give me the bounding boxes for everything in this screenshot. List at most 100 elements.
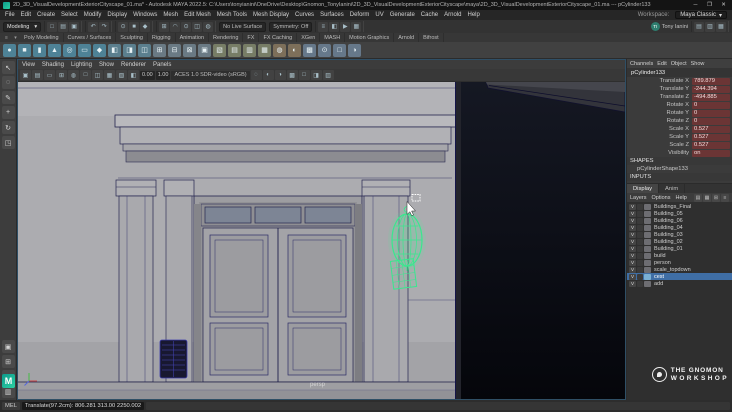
viewport-scene[interactable]: persp — [18, 82, 625, 399]
shadows-icon[interactable]: ◐ — [262, 70, 274, 80]
layer-visibility-toggle[interactable]: V — [629, 273, 636, 280]
lasso-tool-icon[interactable]: ◌ — [1, 76, 15, 89]
shelf-bridge-icon[interactable]: ▦ — [258, 43, 271, 57]
menu-item[interactable]: Display — [107, 12, 127, 18]
menu-item[interactable]: Cache — [421, 12, 438, 18]
gamma-field[interactable]: 1.00 — [155, 70, 171, 80]
shelf-sculpt-icon[interactable]: ◑ — [348, 43, 361, 57]
channel-value-field[interactable]: 789.879 — [692, 77, 730, 85]
snap-to-plane-icon[interactable]: ◫ — [192, 21, 203, 32]
layer-color-chip[interactable] — [644, 224, 651, 231]
rotate-tool-icon[interactable]: ↻ — [1, 121, 15, 134]
panel-menu-item[interactable]: Show — [99, 62, 114, 68]
layer-visibility-toggle[interactable]: V — [629, 252, 636, 259]
shelf-sphere-icon[interactable]: ● — [3, 43, 16, 57]
scale-tool-icon[interactable]: ◳ — [1, 136, 15, 149]
channel-label[interactable]: Translate X — [627, 78, 692, 84]
channel-value-field[interactable]: 0.527 — [692, 125, 730, 133]
menu-item[interactable]: Arnold — [444, 12, 461, 18]
panel-menu-item[interactable]: Panels — [153, 62, 171, 68]
menu-item[interactable]: Surfaces — [320, 12, 344, 18]
construction-history-icon[interactable]: ≡ — [318, 21, 329, 32]
channel-value-field[interactable]: 0 — [692, 109, 730, 117]
shelf-tab[interactable]: Rigging — [148, 33, 176, 42]
shelf-extrude-icon[interactable]: ▤ — [228, 43, 241, 57]
layer-editor-tab[interactable]: Anim — [659, 184, 686, 193]
exposure-field[interactable]: 0.00 — [140, 70, 155, 80]
layer-visibility-toggle[interactable]: V — [629, 280, 636, 287]
layer-editor-menu-item[interactable]: Options — [652, 195, 671, 201]
layer-row[interactable]: V Buildings_Final — [627, 203, 732, 210]
ipr-render-icon[interactable]: ▶ — [340, 21, 351, 32]
command-input[interactable]: Translate(97.2cm): 806.281 313.00 2250.0… — [21, 402, 145, 410]
layer-color-chip[interactable] — [644, 273, 651, 280]
shelf-multi-cut-icon[interactable]: ▧ — [213, 43, 226, 57]
layer-color-chip[interactable] — [644, 231, 651, 238]
shelf-tab[interactable]: Sculpting — [116, 33, 148, 42]
channel-box-object-name[interactable]: pCylinder133 — [627, 68, 732, 77]
shelf-cube-icon[interactable]: ■ — [18, 43, 31, 57]
shelf-torus-icon[interactable]: ◎ — [63, 43, 76, 57]
shelf-boolean-union-icon[interactable]: ◧ — [108, 43, 121, 57]
command-language-toggle[interactable]: MEL — [2, 402, 20, 410]
select-by-component-icon[interactable]: ◆ — [140, 21, 151, 32]
account-chip[interactable]: TI Tony Ianini — [650, 22, 688, 31]
shelf-cylinder-icon[interactable]: ▮ — [33, 43, 46, 57]
close-button[interactable]: ✕ — [718, 2, 729, 8]
panel-menu-item[interactable]: Lighting — [71, 62, 92, 68]
layer-editor-menu-item[interactable]: Layers — [630, 195, 647, 201]
snap-to-curve-icon[interactable]: ◠ — [170, 21, 181, 32]
field-chart-icon[interactable]: ▧ — [116, 70, 127, 80]
layer-type-toggle[interactable] — [637, 217, 643, 224]
layer-visibility-toggle[interactable]: V — [629, 259, 636, 266]
layer-color-chip[interactable] — [644, 203, 651, 210]
channel-label[interactable]: Scale X — [627, 126, 692, 132]
shelf-fill-hole-icon[interactable]: ▣ — [198, 43, 211, 57]
layer-type-toggle[interactable] — [637, 273, 643, 280]
make-live-icon[interactable]: ◍ — [203, 21, 214, 32]
layer-row[interactable]: V Building_02 — [627, 238, 732, 245]
layer-visibility-toggle[interactable]: V — [629, 203, 636, 210]
layer-row[interactable]: V add — [627, 280, 732, 287]
menu-item[interactable]: Mesh Tools — [217, 12, 247, 18]
channel-value-field[interactable]: -244.394 — [692, 85, 730, 93]
layer-type-toggle[interactable] — [637, 231, 643, 238]
undo-icon[interactable]: ↶ — [88, 21, 99, 32]
channel-value-field[interactable]: 0 — [692, 101, 730, 109]
layer-color-chip[interactable] — [644, 266, 651, 273]
shelf-cone-icon[interactable]: ▲ — [48, 43, 61, 57]
shelf-combine-icon[interactable]: ⊞ — [153, 43, 166, 57]
tool-settings-toggle-icon[interactable]: ▥ — [705, 21, 715, 32]
panel-menu-item[interactable]: View — [22, 62, 35, 68]
shelf-tab[interactable]: MASH — [320, 33, 346, 42]
menu-item[interactable]: Select — [61, 12, 78, 18]
snap-to-grid-icon[interactable]: ⊞ — [159, 21, 170, 32]
layer-color-chip[interactable] — [644, 217, 651, 224]
move-tool-icon[interactable]: + — [1, 106, 15, 119]
panel-menu-item[interactable]: Shading — [42, 62, 64, 68]
layer-row[interactable]: V person — [627, 259, 732, 266]
shape-node-name[interactable]: pCylinderShape133 — [627, 165, 732, 173]
channel-box-menu-item[interactable]: Object — [671, 61, 687, 67]
layer-row[interactable]: V Building_06 — [627, 217, 732, 224]
menu-item[interactable]: Modify — [84, 12, 102, 18]
layer-visibility-toggle[interactable]: V — [629, 231, 636, 238]
attribute-editor-toggle-icon[interactable]: ▤ — [694, 21, 704, 32]
channel-label[interactable]: Rotate Z — [627, 118, 692, 124]
menu-item[interactable]: Edit — [21, 12, 31, 18]
render-icon[interactable]: ◧ — [329, 21, 340, 32]
bookmarks-icon[interactable]: ▤ — [32, 70, 43, 80]
shelf-tab[interactable]: Bifrost — [419, 33, 444, 42]
layer-row[interactable]: V Building_04 — [627, 224, 732, 231]
channel-label[interactable]: Rotate X — [627, 102, 692, 108]
shelf-extract-icon[interactable]: ⊠ — [183, 43, 196, 57]
layer-type-toggle[interactable] — [637, 210, 643, 217]
menu-item[interactable]: Mesh Display — [253, 12, 289, 18]
menu-item[interactable]: Create — [37, 12, 55, 18]
layer-row[interactable]: V cest — [627, 273, 732, 280]
shelf-tab[interactable]: Poly Modeling — [20, 33, 64, 42]
layer-color-chip[interactable] — [644, 245, 651, 252]
shelf-mirror-icon[interactable]: ◐ — [288, 43, 301, 57]
shelf-platonic-icon[interactable]: ◆ — [93, 43, 106, 57]
menu-item[interactable]: Edit Mesh — [184, 12, 211, 18]
